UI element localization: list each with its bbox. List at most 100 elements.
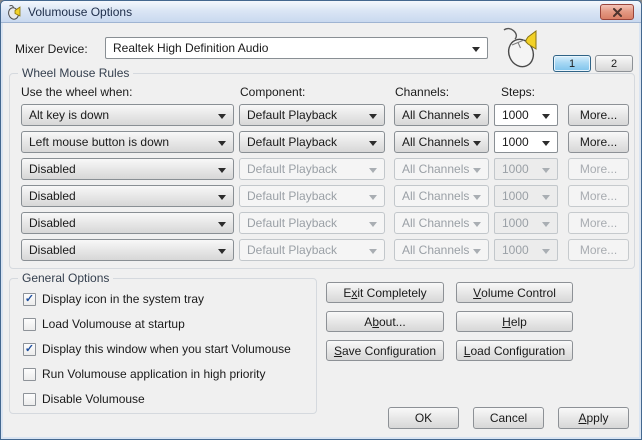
exit-completely-button[interactable]: Ex it Completely [326,282,444,303]
rule2-component-value: Default Playback [247,135,338,149]
chevron-down-icon [542,114,550,119]
rule3-trigger-select[interactable]: Disabled [21,158,234,180]
rule6-trigger-select[interactable]: Disabled [21,239,234,261]
rule4-steps-input: 1000 [494,185,558,207]
rule1-component-value: Default Playback [247,108,338,122]
checkbox-checked-icon[interactable]: ✓ [23,342,36,356]
button-label: elp [510,314,527,329]
rule3-channels-select: All Channels [394,158,489,180]
rule4-component-value: Default Playback [247,189,338,203]
rule5-trigger-select[interactable]: Disabled [21,212,234,234]
rule4-trigger-value: Disabled [29,189,76,203]
mixer-device-select[interactable]: Realtek High Definition Audio [105,37,488,59]
checkbox-checked-icon[interactable]: ✓ [23,292,36,306]
chevron-down-icon [473,168,481,173]
checkbox-unchecked-icon[interactable] [23,367,36,381]
button-accesskey: b [372,314,379,329]
chevron-down-icon [218,222,226,227]
rule4-component-select: Default Playback [239,185,385,207]
button-accesskey: A [578,411,587,425]
rule4-steps-value: 1000 [502,189,529,203]
chevron-down-icon [542,168,550,173]
rule1-more-button[interactable]: More... [568,104,629,126]
rule5-steps-input: 1000 [494,212,558,234]
rule6-component-select: Default Playback [239,239,385,261]
rule3-component-select: Default Playback [239,158,385,180]
save-configuration-button[interactable]: Save Configuration [326,340,444,361]
checkbox-unchecked-icon[interactable] [23,392,36,406]
button-accesskey: L [463,343,471,358]
button-label: olume Control [481,285,556,300]
rule1-trigger-select[interactable]: Alt key is down [21,104,234,126]
chevron-down-icon [218,114,226,119]
chevron-down-icon [369,114,377,119]
close-button[interactable] [600,4,634,20]
rule2-component-select[interactable]: Default Playback [239,131,385,153]
chevron-down-icon [542,249,550,254]
button-accesskey: V [473,285,482,300]
apply-button[interactable]: Apply [558,407,629,429]
chevron-down-icon [369,168,377,173]
rule2-channels-select[interactable]: All Channels [394,131,489,153]
rule3-steps-input: 1000 [494,158,558,180]
chevron-down-icon [218,249,226,254]
rule2-channels-value: All Channels [402,135,470,149]
volume-control-button[interactable]: Volume Control [456,282,573,303]
rule6-channels-select: All Channels [394,239,489,261]
preset-tab-1[interactable]: 1 [553,55,591,72]
more-button-label: More... [579,189,618,203]
chevron-down-icon [218,141,226,146]
rule1-steps-input[interactable]: 1000 [494,104,558,126]
checkmark-icon: ✓ [24,342,35,355]
rule1-component-select[interactable]: Default Playback [239,104,385,126]
checkbox-unchecked-icon[interactable] [23,317,36,331]
rule2-steps-input[interactable]: 1000 [494,131,558,153]
preset-tab-2[interactable]: 2 [595,55,633,72]
rule1-channels-select[interactable]: All Channels [394,104,489,126]
chevron-down-icon [473,249,481,254]
more-button-label: More... [579,243,618,257]
rule2-more-button[interactable]: More... [568,131,629,153]
preset-tab-2-label: 2 [610,57,618,70]
checkbox-label: Display icon in the system tray [42,292,205,306]
rule6-channels-value: All Channels [402,243,470,257]
rule2-trigger-select[interactable]: Left mouse button is down [21,131,234,153]
help-button[interactable]: Help [456,311,573,332]
rule6-steps-value: 1000 [502,243,529,257]
chevron-down-icon [473,141,481,146]
chevron-down-icon [542,222,550,227]
rule4-trigger-select[interactable]: Disabled [21,185,234,207]
option-display-window-on-start[interactable]: ✓ Display this window when you start Vol… [23,342,291,356]
rule1-channels-value: All Channels [402,108,470,122]
volumouse-options-window: Volumouse Options Mixer Device: Realtek … [0,0,642,440]
rule5-channels-value: All Channels [402,216,470,230]
more-button-label: More... [579,108,618,122]
title-bar[interactable]: Volumouse Options [1,1,641,23]
more-button-label: More... [579,135,618,149]
load-configuration-button[interactable]: Load Configuration [456,340,573,361]
about-button[interactable]: Ab out... [326,311,444,332]
chevron-down-icon [473,114,481,119]
ok-button[interactable]: OK [388,407,459,429]
button-label: OK [414,411,433,425]
cancel-button[interactable]: Cancel [473,407,544,429]
chevron-down-icon [542,141,550,146]
rule3-trigger-value: Disabled [29,162,76,176]
rule6-more-button: More... [568,239,629,261]
rule1-trigger-value: Alt key is down [29,108,110,122]
button-label: out... [379,314,406,329]
checkbox-label: Run Volumouse application in high priori… [42,367,266,381]
option-high-priority[interactable]: Run Volumouse application in high priori… [23,367,265,381]
option-load-at-startup[interactable]: Load Volumouse at startup [23,317,185,331]
rule2-steps-value: 1000 [502,135,529,149]
button-label: it Completely [357,285,427,300]
header-steps: Steps: [501,85,536,99]
more-button-label: More... [579,216,618,230]
option-disable-volumouse[interactable]: Disable Volumouse [23,392,145,406]
chevron-down-icon [473,222,481,227]
chevron-down-icon [218,168,226,173]
option-display-tray-icon[interactable]: ✓ Display icon in the system tray [23,292,204,306]
chevron-down-icon [218,195,226,200]
close-icon [612,7,622,17]
checkbox-label: Disable Volumouse [42,392,145,406]
